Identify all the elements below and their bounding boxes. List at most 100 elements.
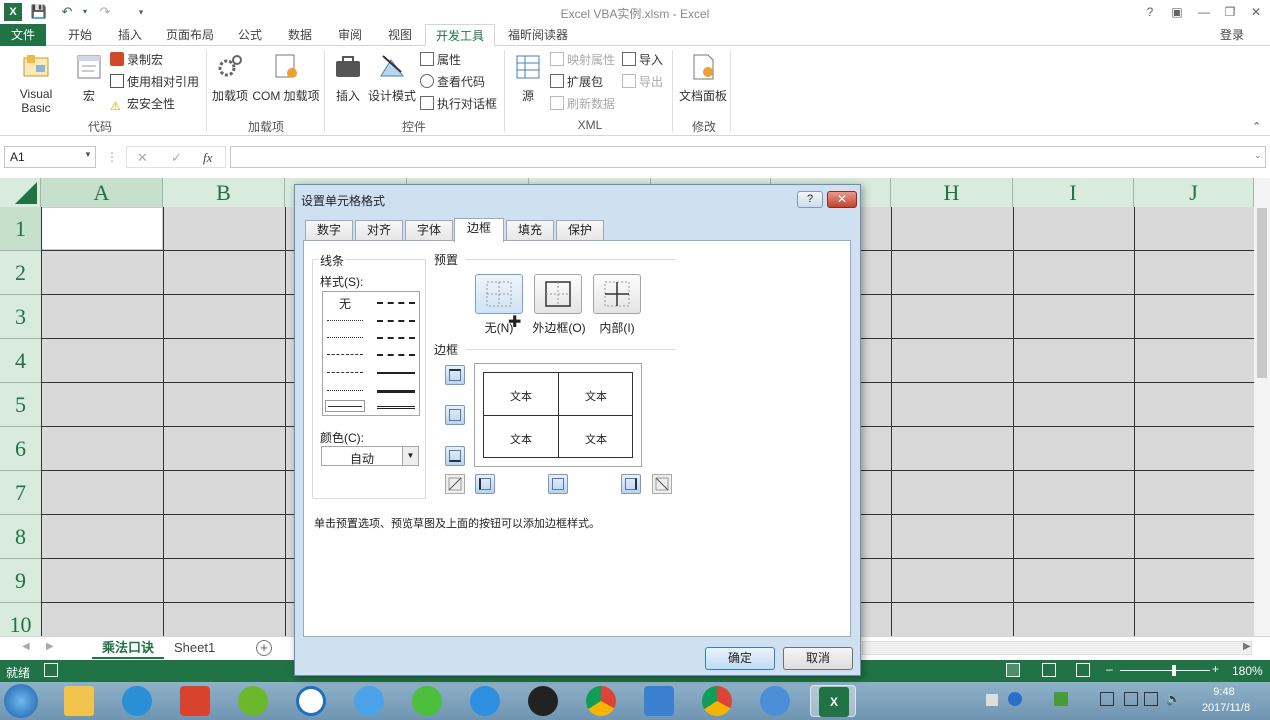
color-select[interactable]: 自动 ▼ (321, 446, 419, 466)
expansion-packs-button[interactable]: 扩展包 (550, 72, 603, 92)
collapse-ribbon-icon[interactable]: ⌃ (1252, 120, 1261, 133)
confirm-entry-icon[interactable]: ✓ (171, 150, 182, 166)
scroll-left-icon[interactable]: ◀ (22, 641, 30, 652)
line-style-selected[interactable] (325, 400, 365, 412)
cancel-entry-icon[interactable]: ✕ (137, 150, 148, 166)
tab-foxit-reader[interactable]: 福昕阅读器 (500, 24, 576, 46)
taskbar-browser-bird[interactable] (346, 685, 392, 717)
zoom-out-icon[interactable]: – (1106, 662, 1113, 676)
tab-file[interactable]: 文件 (0, 24, 46, 46)
tray-help-icon[interactable] (1008, 692, 1022, 706)
clock-date[interactable]: 2017/11/8 (1196, 702, 1256, 714)
row-header-8[interactable]: 8 (0, 515, 41, 559)
addins-button[interactable]: 加载项 (212, 52, 248, 114)
border-preview[interactable]: 文本 文本 文本 文本 (474, 363, 642, 467)
row-header-4[interactable]: 4 (0, 339, 41, 383)
formula-input[interactable] (230, 146, 1266, 168)
properties-button[interactable]: 属性 (420, 50, 461, 70)
map-properties-button[interactable]: 映射属性 (550, 50, 615, 70)
dialog-tab-alignment[interactable]: 对齐 (355, 220, 403, 241)
row-header-7[interactable]: 7 (0, 471, 41, 515)
normal-view-icon[interactable] (1006, 663, 1020, 677)
document-panel-button[interactable]: 文档面板 (678, 52, 728, 114)
line-style-option[interactable] (327, 372, 363, 373)
taskbar-k-app[interactable] (288, 685, 334, 717)
zoom-slider-thumb[interactable] (1172, 665, 1176, 676)
column-header-h[interactable]: H (891, 178, 1013, 207)
row-header-6[interactable]: 6 (0, 427, 41, 471)
taskbar-app-red[interactable] (172, 685, 218, 717)
border-top-button[interactable] (445, 365, 465, 385)
row-header-1[interactable]: 1 (0, 207, 41, 251)
ok-button[interactable]: 确定 (705, 647, 775, 670)
zoom-in-icon[interactable]: + (1212, 662, 1219, 676)
column-header-i[interactable]: I (1013, 178, 1134, 207)
restore-button[interactable]: ❐ (1218, 3, 1242, 21)
com-addins-button[interactable]: COM 加载项 (252, 52, 320, 114)
macros-button[interactable]: 宏 (74, 52, 104, 114)
preset-none-button[interactable] (475, 274, 523, 314)
preset-inside-button[interactable] (593, 274, 641, 314)
line-style-option[interactable] (377, 337, 415, 339)
start-button-icon[interactable] (4, 684, 38, 718)
clock-time[interactable]: 9:48 (1196, 686, 1252, 698)
cancel-button[interactable]: 取消 (783, 647, 853, 670)
line-style-option[interactable] (327, 390, 363, 391)
line-style-option[interactable] (327, 320, 363, 321)
horizontal-scrollbar[interactable] (862, 641, 1252, 655)
ribbon-display-options-icon[interactable]: ▣ (1165, 3, 1189, 21)
line-style-option[interactable] (327, 337, 363, 338)
row-header-9[interactable]: 9 (0, 559, 41, 603)
border-diagonal-down-button[interactable] (652, 474, 672, 494)
color-dropdown-icon[interactable]: ▼ (402, 447, 418, 465)
page-layout-view-icon[interactable] (1042, 663, 1056, 677)
sheet-tab-multiplication[interactable]: 乘法口诀 (92, 637, 165, 659)
line-style-option[interactable] (377, 406, 415, 409)
record-macro-button[interactable]: 录制宏 (110, 50, 163, 70)
dialog-tab-border[interactable]: 边框 (454, 218, 504, 242)
design-mode-button[interactable]: 设计模式 (368, 52, 416, 114)
column-header-j[interactable]: J (1134, 178, 1254, 207)
insert-control-button[interactable]: 插入 (332, 52, 364, 114)
tab-review[interactable]: 审阅 (330, 24, 370, 46)
line-style-option[interactable] (327, 354, 363, 355)
insert-function-icon[interactable]: fx (203, 150, 212, 166)
dialog-tab-number[interactable]: 数字 (305, 220, 353, 241)
tray-keyboard-icon[interactable] (986, 694, 998, 706)
tray-display-icon[interactable] (1100, 692, 1114, 706)
page-break-view-icon[interactable] (1076, 663, 1090, 677)
xml-source-button[interactable]: 源 (512, 52, 544, 114)
row-header-3[interactable]: 3 (0, 295, 41, 339)
tray-volume-icon[interactable]: 🔈 (1166, 692, 1181, 706)
taskbar-media-player[interactable] (114, 685, 160, 717)
taskbar-360-security[interactable] (230, 685, 276, 717)
tray-device-icon[interactable] (1124, 692, 1138, 706)
sign-in-link[interactable]: 登录 (1212, 24, 1252, 46)
border-right-button[interactable] (621, 474, 641, 494)
visual-basic-button[interactable]: Visual Basic (4, 52, 68, 115)
dialog-tab-font[interactable]: 字体 (405, 220, 453, 241)
line-style-option[interactable] (377, 302, 415, 304)
line-style-option[interactable] (377, 372, 415, 374)
tab-view[interactable]: 视图 (380, 24, 420, 46)
expand-formula-bar-icon[interactable]: ⌄ (1254, 150, 1262, 161)
macro-security-button[interactable]: ⚠ 宏安全性 (110, 94, 175, 114)
border-bottom-button[interactable] (445, 446, 465, 466)
vertical-scrollbar[interactable] (1254, 178, 1270, 636)
add-sheet-icon[interactable]: + (256, 640, 272, 656)
scroll-right-icon[interactable]: ▶ (46, 641, 54, 652)
line-style-option[interactable] (377, 354, 415, 356)
taskbar-bird-app[interactable] (636, 685, 682, 717)
taskbar-chrome-2[interactable] (694, 685, 740, 717)
scroll-right-end-icon[interactable]: ▶ (1243, 641, 1251, 652)
import-button[interactable]: 导入 (622, 50, 663, 70)
row-header-2[interactable]: 2 (0, 251, 41, 295)
minimize-button[interactable]: — (1192, 3, 1216, 21)
use-relative-references-button[interactable]: 使用相对引用 (110, 72, 199, 92)
border-middle-vertical-button[interactable] (548, 474, 568, 494)
name-box-dropdown-icon[interactable]: ▼ (84, 150, 92, 159)
taskbar-cloud[interactable] (462, 685, 508, 717)
line-style-option[interactable] (377, 390, 415, 393)
row-header-5[interactable]: 5 (0, 383, 41, 427)
preset-outline-button[interactable] (534, 274, 582, 314)
